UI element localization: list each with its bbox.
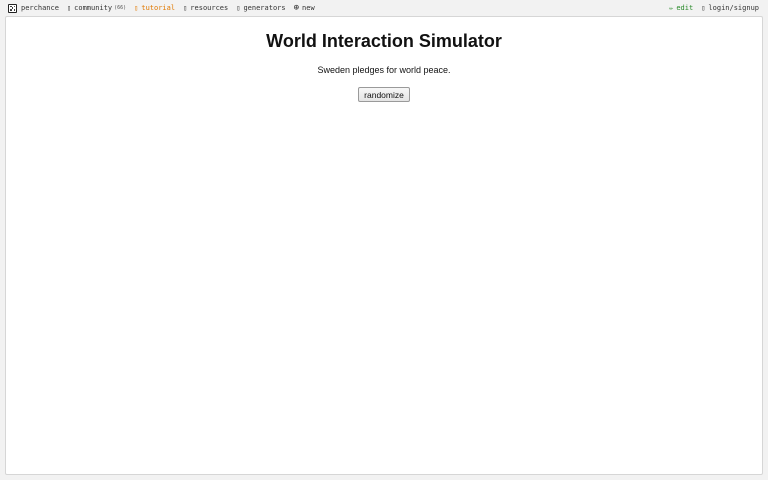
book-icon: ▯ [134,4,139,12]
nav-community-link[interactable]: ▯ community (66) [67,4,126,12]
nav-tutorial-link[interactable]: ▯ tutorial [134,4,175,12]
nav-new-label: new [302,4,315,12]
nav-right-group: ✏ edit ▯ login/signup [661,0,768,16]
die-icon [8,3,17,13]
nav-resources-link[interactable]: ▯ resources [183,4,228,12]
nav-login-link[interactable]: ▯ login/signup [701,4,759,12]
community-count-badge: (66) [114,5,127,11]
nav-left-group: perchance ▯ community (66) ▯ tutorial ▯ … [0,0,323,16]
nav-generators-label: generators [243,4,286,12]
button-row: randomize [6,85,762,103]
nav-home-label: perchance [21,4,59,12]
nav-generators-link[interactable]: ▯ generators [236,4,285,12]
generator-panel: World Interaction Simulator Sweden pledg… [5,16,763,475]
nav-edit-link[interactable]: ✏ edit [669,4,693,12]
page-title: World Interaction Simulator [266,31,502,51]
nav-community-label: community [74,4,113,12]
generated-output-text: Sweden pledges for world peace. [317,65,451,75]
user-icon: ▯ [701,4,706,12]
nav-new-link[interactable]: ⊕ new [293,3,315,13]
randomize-button[interactable]: randomize [358,87,410,102]
top-nav-bar: perchance ▯ community (66) ▯ tutorial ▯ … [0,0,768,16]
nav-edit-label: edit [676,4,694,12]
plus-circle-icon: ⊕ [293,3,300,13]
chat-icon: ▯ [66,4,72,12]
nav-resources-label: resources [190,4,229,12]
pencil-icon: ✏ [669,4,674,12]
nav-tutorial-label: tutorial [141,4,176,12]
box-icon: ▯ [183,4,188,12]
grid-icon: ▯ [236,4,241,12]
nav-home-link[interactable]: perchance [8,3,59,13]
nav-login-label: login/signup [708,4,759,12]
